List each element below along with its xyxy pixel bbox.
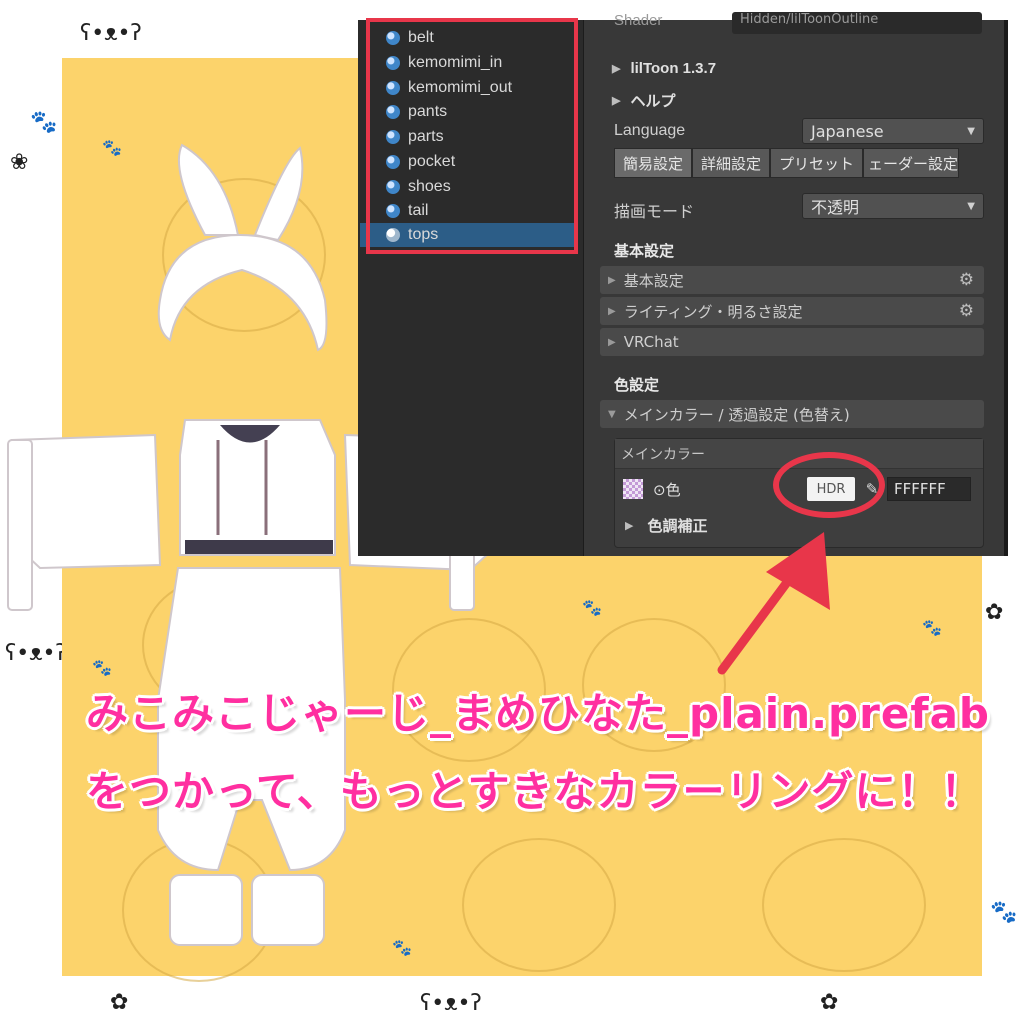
tab-advanced-settings[interactable]: 詳細設定: [692, 148, 771, 178]
left-strap: [7, 439, 33, 611]
triangle-right-icon: ▶: [608, 305, 616, 317]
language-value: Japanese: [811, 121, 884, 141]
dropdown-arrow-icon: ▼: [967, 200, 975, 212]
bar-label: メインカラー / 透過設定 (色替え): [623, 405, 850, 424]
shader-label: Shader: [614, 12, 663, 29]
highlight-box: [366, 18, 578, 254]
tab-preset[interactable]: プリセット: [770, 148, 864, 178]
caption-line-1: みこみこじゃーじ_まめひなた_plain.prefab: [86, 689, 990, 738]
texture-thumbnail[interactable]: [623, 479, 643, 499]
vrchat-bar[interactable]: ▶ VRChat: [600, 328, 984, 356]
render-mode-dropdown[interactable]: 不透明 ▼: [802, 193, 984, 219]
triangle-right-icon: ▶: [608, 336, 616, 348]
gear-icon[interactable]: ⚙: [959, 270, 974, 290]
gear-icon[interactable]: ⚙: [959, 301, 974, 321]
color-settings-title: 色設定: [614, 376, 660, 394]
hex-color-field[interactable]: FFFFFF: [887, 477, 971, 501]
triangle-right-icon: ▶: [608, 274, 616, 286]
triangle-down-icon: ▼: [608, 408, 616, 420]
tone-correction-label: 色調補正: [647, 517, 708, 535]
tab-shader-settings[interactable]: ェーダー設定: [863, 148, 960, 178]
arrow-icon: [717, 532, 830, 675]
basic-settings-title: 基本設定: [614, 242, 675, 260]
right-ear: [253, 146, 304, 242]
language-dropdown[interactable]: Japanese ▼: [802, 118, 984, 144]
bar-label: ライティング・明るさ設定: [623, 302, 803, 321]
render-mode-label: 描画モード: [614, 204, 695, 221]
bar-label: 基本設定: [623, 271, 684, 290]
dropdown-arrow-icon: ▼: [967, 125, 975, 137]
render-mode-value: 不透明: [811, 198, 860, 217]
tab-simple-settings[interactable]: 簡易設定: [614, 148, 693, 178]
help-foldout[interactable]: ▶ ヘルプ: [612, 90, 675, 111]
caption-line-2: をつかって、もっとすきなカラーリングに！！: [86, 767, 984, 816]
highlight-oval: [773, 452, 885, 518]
headband: [157, 233, 328, 352]
left-shoe: [169, 874, 243, 946]
language-label: Language: [614, 122, 686, 139]
liltoon-version-foldout[interactable]: ▶ lilToon 1.3.7: [612, 60, 716, 77]
liltoon-version-label: lilToon 1.3.7: [630, 60, 717, 77]
tone-correction-foldout[interactable]: ▶ 色調補正: [625, 515, 707, 536]
color-label: ⊙色: [653, 481, 681, 499]
basic-settings-bar[interactable]: ▶ 基本設定 ⚙: [600, 266, 984, 294]
main-color-bar[interactable]: ▼ メインカラー / 透過設定 (色替え): [600, 400, 984, 428]
triangle-right-icon: ▶: [612, 63, 621, 75]
left-ear: [178, 143, 240, 236]
triangle-right-icon: ▶: [625, 519, 634, 532]
triangle-right-icon: ▶: [612, 95, 621, 107]
waist-shadow: [185, 540, 333, 554]
lighting-settings-bar[interactable]: ▶ ライティング・明るさ設定 ⚙: [600, 297, 984, 325]
right-shoe: [251, 874, 325, 946]
shader-field[interactable]: Hidden/lilToonOutline: [732, 12, 982, 34]
bar-label: VRChat: [623, 333, 679, 351]
help-label: ヘルプ: [630, 93, 676, 110]
settings-tabs: 簡易設定 詳細設定 プリセット ェーダー設定: [614, 148, 960, 178]
